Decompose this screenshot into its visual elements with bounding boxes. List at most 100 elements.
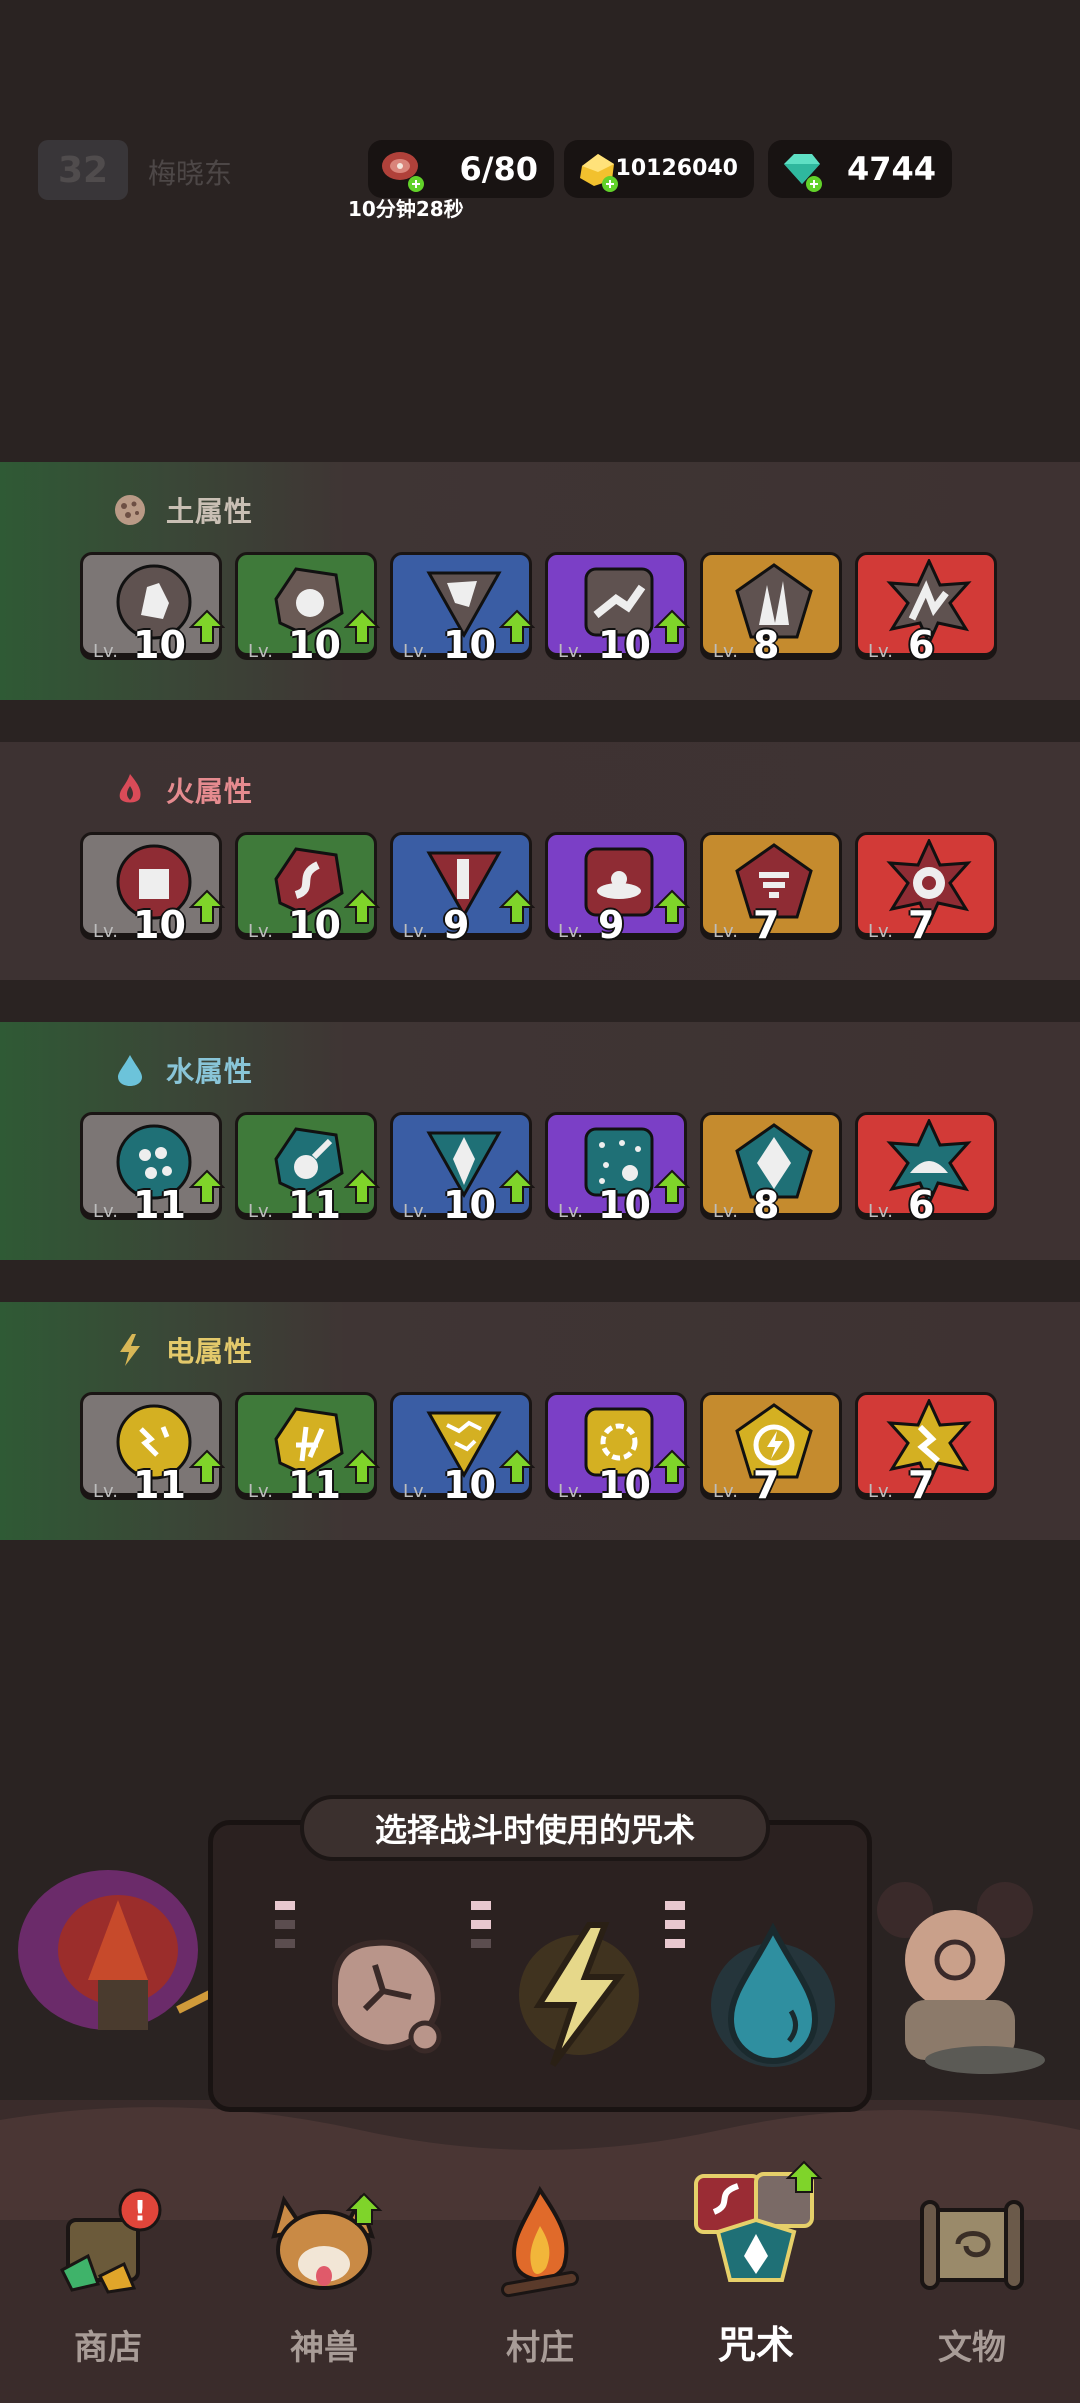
upgrade-arrow-icon[interactable]	[499, 889, 535, 925]
player-name: 梅晓东	[148, 157, 233, 190]
gem-counter[interactable]: 4744	[768, 140, 952, 198]
level-label: Lv.	[93, 921, 119, 942]
upgrade-arrow-icon[interactable]	[344, 1169, 380, 1205]
level-value: 6	[908, 623, 935, 667]
spell-card[interactable]: Lv. 10	[545, 1112, 690, 1227]
upgrade-arrow-icon[interactable]	[189, 609, 225, 645]
dot-off	[275, 1939, 295, 1948]
level-value: 7	[908, 1463, 935, 1507]
shop-icon: !	[60, 2188, 162, 2294]
upgrade-arrow-icon[interactable]	[344, 889, 380, 925]
level-label: Lv.	[248, 1201, 274, 1222]
campfire-icon	[500, 2185, 580, 2298]
spell-card[interactable]: Lv. 10	[235, 832, 380, 947]
spell-card[interactable]: Lv. 9	[545, 832, 690, 947]
tab-label: 文物	[938, 2328, 1006, 2368]
spell-card[interactable]: Lv. 10	[545, 552, 690, 667]
spell-card[interactable]: Lv. 7	[700, 1392, 842, 1507]
level-label: Lv.	[403, 1481, 429, 1502]
level-value: 11	[133, 1463, 186, 1507]
spell-card[interactable]: Lv. 11	[80, 1112, 225, 1227]
spell-loadout-panel	[208, 1820, 872, 2112]
loadout-slot-lightning[interactable]	[471, 1895, 661, 2075]
level-label: Lv.	[868, 641, 894, 662]
section-title: 水属性	[166, 1055, 254, 1088]
water-section: 水属性 Lv. 11 Lv. 11 Lv. 10 Lv. 10 Lv. 8 Lv…	[0, 1022, 1080, 1260]
spell-card[interactable]: Lv. 10	[390, 1392, 535, 1507]
level-label: Lv.	[403, 641, 429, 662]
spell-card[interactable]: Lv. 10	[390, 552, 535, 667]
dot-on	[665, 1939, 685, 1948]
meat-icon	[382, 152, 424, 192]
spells-icon	[694, 2160, 823, 2282]
level-label: Lv.	[713, 1481, 739, 1502]
spell-card[interactable]: Lv. 7	[855, 832, 997, 947]
slot-priority-dots	[275, 1901, 297, 1958]
level-value: 11	[288, 1183, 341, 1227]
upgrade-arrow-icon[interactable]	[189, 889, 225, 925]
tab-label: 村庄	[506, 2328, 574, 2368]
upgrade-arrow-icon[interactable]	[189, 1169, 225, 1205]
tab-beast[interactable]: 神兽	[216, 2160, 432, 2403]
level-value: 10	[288, 623, 341, 667]
fire-section: 火属性 Lv. 10 Lv. 10 Lv. 9 Lv. 9 Lv. 7 Lv. …	[0, 742, 1080, 980]
level-label: Lv.	[558, 641, 584, 662]
level-value: 10	[133, 903, 186, 947]
tab-shop[interactable]: ! 商店	[0, 2160, 216, 2403]
tab-relics[interactable]: 文物	[864, 2160, 1080, 2403]
slot-priority-dots	[471, 1901, 493, 1958]
spell-card[interactable]: Lv. 6	[855, 552, 997, 667]
slot-priority-dots	[665, 1901, 687, 1958]
spell-card[interactable]: Lv. 6	[855, 1112, 997, 1227]
energy-counter[interactable]: 6/80	[368, 140, 554, 198]
spell-card[interactable]: Lv. 7	[700, 832, 842, 947]
level-value: 10	[443, 623, 496, 667]
upgrade-arrow-icon[interactable]	[654, 1449, 690, 1485]
upgrade-arrow-icon[interactable]	[344, 1449, 380, 1485]
level-value: 7	[753, 903, 780, 947]
lightning-element-icon	[120, 1334, 140, 1366]
upgrade-arrow-icon[interactable]	[189, 1449, 225, 1485]
level-label: Lv.	[868, 1201, 894, 1222]
tab-label: 神兽	[290, 2328, 358, 2368]
loadout-slot-earth[interactable]	[275, 1895, 465, 2075]
upgrade-arrow-icon[interactable]	[654, 609, 690, 645]
upgrade-arrow-icon[interactable]	[654, 889, 690, 925]
spell-card[interactable]: Lv. 8	[700, 1112, 842, 1227]
upgrade-arrow-icon[interactable]	[499, 609, 535, 645]
spell-card[interactable]: Lv. 11	[80, 1392, 225, 1507]
loadout-slot-water[interactable]	[665, 1895, 855, 2075]
level-label: Lv.	[93, 1481, 119, 1502]
water-element-icon	[118, 1055, 142, 1086]
level-value: 9	[443, 903, 470, 947]
scroll-icon	[920, 2200, 1024, 2290]
upgrade-arrow-icon[interactable]	[499, 1449, 535, 1485]
upgrade-arrow-icon[interactable]	[344, 609, 380, 645]
spell-card[interactable]: Lv. 10	[390, 1112, 535, 1227]
gold-counter[interactable]: 10126040	[564, 140, 754, 198]
upgrade-arrow-icon[interactable]	[654, 1169, 690, 1205]
level-value: 10	[443, 1183, 496, 1227]
fire-element-icon	[119, 774, 141, 803]
level-value: 9	[598, 903, 625, 947]
tab-village[interactable]: 村庄	[432, 2160, 648, 2403]
spell-card[interactable]: Lv. 10	[80, 552, 225, 667]
section-header: 电属性	[112, 1328, 253, 1372]
level-label: Lv.	[558, 921, 584, 942]
spell-card[interactable]: Lv. 11	[235, 1392, 380, 1507]
spell-card[interactable]: Lv. 10	[545, 1392, 690, 1507]
tab-spells[interactable]: 咒术	[648, 2160, 864, 2403]
dot-on	[471, 1901, 491, 1910]
dot-on	[275, 1901, 295, 1910]
spell-card[interactable]: Lv. 11	[235, 1112, 380, 1227]
section-title: 火属性	[166, 775, 254, 808]
spell-card[interactable]: Lv. 10	[235, 552, 380, 667]
spell-card[interactable]: Lv. 8	[700, 552, 842, 667]
level-value: 10	[598, 1183, 651, 1227]
spell-card[interactable]: Lv. 9	[390, 832, 535, 947]
spell-card[interactable]: Lv. 7	[855, 1392, 997, 1507]
level-label: Lv.	[868, 921, 894, 942]
spell-card[interactable]: Lv. 10	[80, 832, 225, 947]
earth-section: 土属性 Lv. 10 Lv. 10 Lv. 10 Lv. 10 Lv. 8 Lv…	[0, 462, 1080, 700]
upgrade-arrow-icon[interactable]	[499, 1169, 535, 1205]
